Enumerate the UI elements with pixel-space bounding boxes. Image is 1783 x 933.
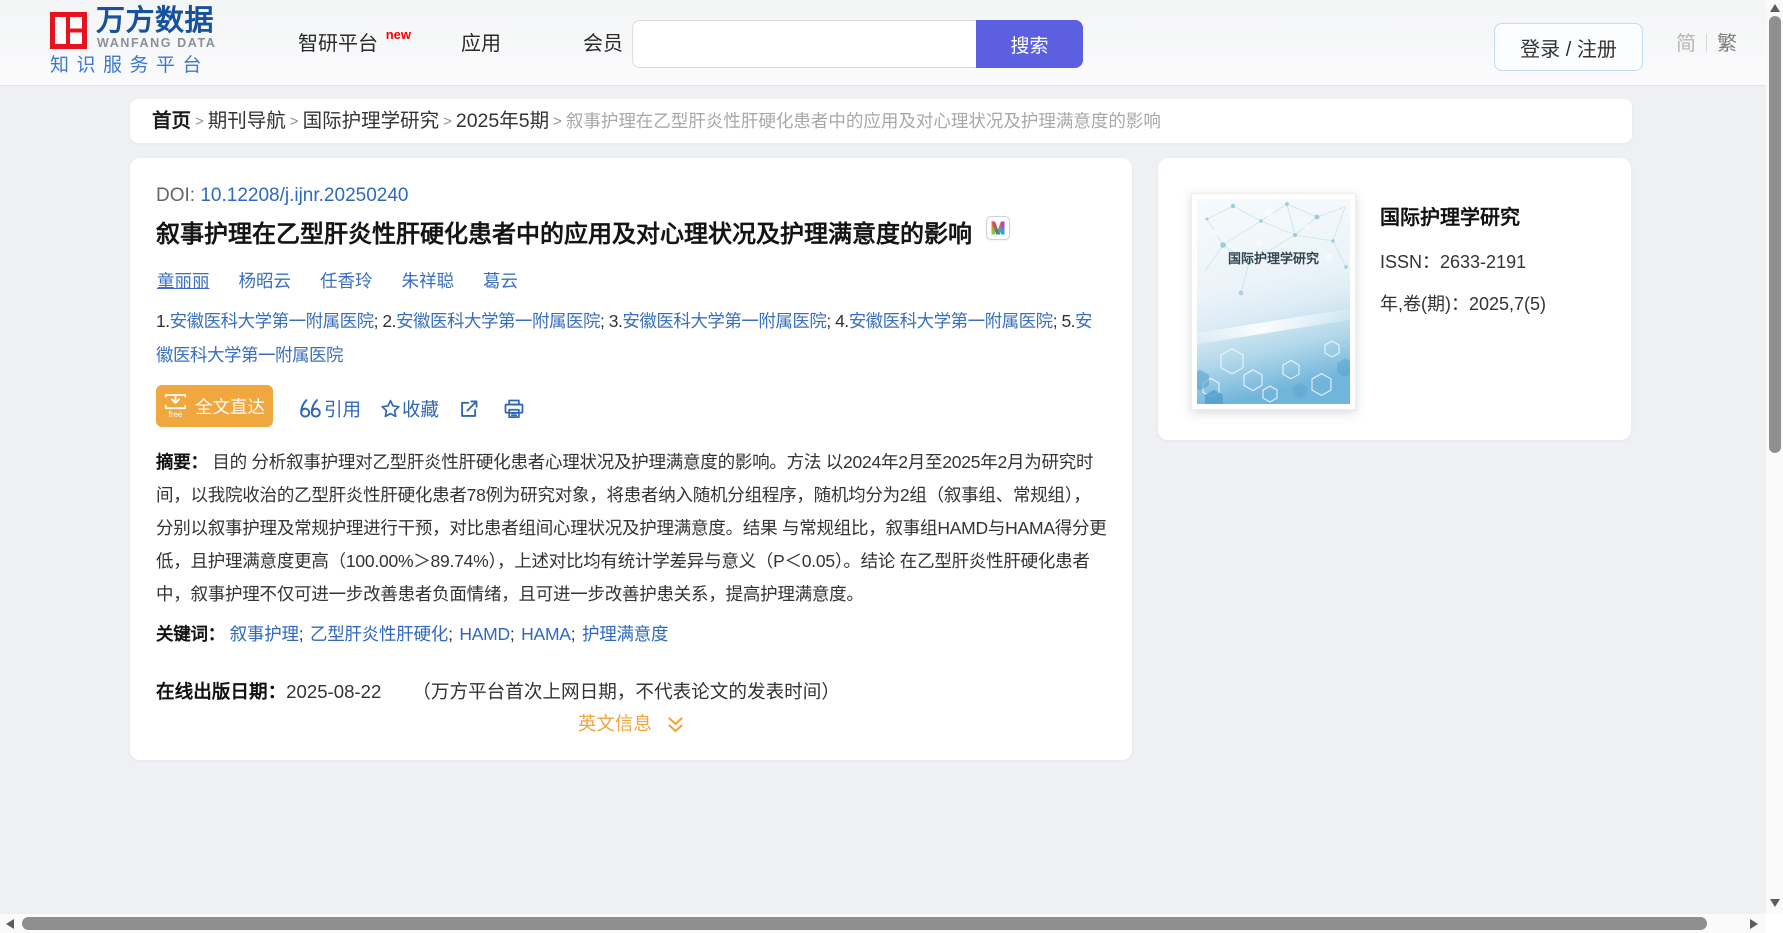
browser-viewport: 万方数据 WANFANG DATA 知识服务平台 智研平台 new 应用 会员 … (0, 0, 1783, 933)
printer-icon (504, 399, 524, 419)
search-button[interactable]: 搜索 (976, 20, 1083, 68)
affiliation-item: 3.安徽医科大学第一附属医院; (608, 311, 832, 331)
search-box: 搜索 (632, 20, 1083, 68)
search-input[interactable] (632, 20, 976, 68)
scroll-left-arrow-icon[interactable] (6, 918, 14, 929)
keyword-link[interactable]: HAMD (459, 624, 510, 644)
journal-cover[interactable]: 国际护理学研究 (1191, 193, 1356, 410)
journal-volume: 年,卷(期)：2025,7(5) (1380, 294, 1547, 314)
author-link[interactable]: 朱祥聪 (402, 271, 455, 291)
breadcrumb-separator: > (289, 113, 299, 130)
doi-label: DOI: (156, 185, 196, 206)
journal-issn: ISSN：2633-2191 (1380, 252, 1527, 272)
fulltext-button[interactable]: free 全文直达 (156, 385, 273, 427)
vertical-scrollbar[interactable] (1766, 0, 1783, 914)
keyword-link[interactable]: 护理满意度 (582, 624, 669, 644)
abstract: 摘要： 目的 分析叙事护理对乙型肝炎性肝硬化患者心理状况及护理满意度的影响。方法… (156, 446, 1107, 611)
affiliation-link[interactable]: 安徽医科大学第一附属医院 (849, 311, 1054, 331)
doi-link[interactable]: 10.12208/j.ijnr.20250240 (200, 185, 408, 206)
medline-m-icon (991, 221, 1005, 235)
breadcrumb-separator: > (553, 113, 562, 130)
affiliation-item: 2.安徽医科大学第一附属医院; (382, 311, 605, 331)
journal-cover-image: 国际护理学研究 (1197, 199, 1350, 404)
breadcrumb-journal-nav[interactable]: 期刊导航 (208, 110, 286, 132)
author-link[interactable]: 葛云 (483, 271, 518, 291)
horizontal-scrollbar-thumb[interactable] (22, 917, 1707, 930)
affiliation-item: 1.安徽医科大学第一附属医院; (156, 311, 379, 331)
journal-info: 国际护理学研究 ISSN：2633-2191 年,卷(期)：2025,7(5) (1380, 204, 1546, 318)
wanfang-logo-icon (50, 12, 87, 49)
keyword-item: 乙型肝炎性肝硬化; (309, 624, 453, 644)
double-chevron-down-icon (668, 717, 683, 733)
keyword-item: HAMA; (521, 624, 576, 644)
lang-traditional[interactable]: 繁 (1717, 33, 1737, 55)
print-action[interactable] (504, 385, 524, 427)
scroll-up-arrow-icon[interactable] (1769, 4, 1780, 12)
star-icon (381, 399, 400, 418)
author-link[interactable]: 童丽丽 (157, 271, 210, 291)
breadcrumb-home[interactable]: 首页 (152, 110, 191, 132)
article-actions: free 全文直达 引用 收藏 (156, 385, 524, 427)
published-note: （万方平台首次上网日期，不代表论文的发表时间） (412, 681, 840, 702)
published-row: 在线出版日期：2025-08-22 （万方平台首次上网日期，不代表论文的发表时间） (156, 675, 1107, 708)
keyword-link[interactable]: 乙型肝炎性肝硬化 (310, 624, 448, 644)
keywords-row: 关键词： 叙事护理; 乙型肝炎性肝硬化; HAMD; HAMA; 护理满意度; (156, 618, 1107, 651)
breadcrumb-separator: > (443, 113, 452, 130)
article-card: DOI: 10.12208/j.ijnr.20250240 叙事护理在乙型肝炎性… (130, 158, 1132, 760)
breadcrumb-current-article: 叙事护理在乙型肝炎性肝硬化患者中的应用及对心理状况及护理满意度的影响 (565, 111, 1161, 131)
breadcrumb-issue[interactable]: 2025年5期 (456, 110, 549, 132)
affiliation-item: 4.安徽医科大学第一附属医院; (835, 311, 1058, 331)
brand-tagline: 知识服务平台 (50, 55, 210, 76)
page-content: 万方数据 WANFANG DATA 知识服务平台 智研平台 new 应用 会员 … (0, 0, 1766, 914)
scroll-down-arrow-icon[interactable] (1769, 899, 1780, 907)
breadcrumb-separator: > (195, 113, 204, 130)
scrollbar-corner (1766, 914, 1783, 933)
language-switch: 简繁 (1676, 31, 1737, 57)
share-icon (461, 400, 478, 417)
favorite-action[interactable]: 收藏 (380, 385, 439, 427)
published-date: 2025-08-22 (286, 681, 382, 702)
doi-row: DOI: 10.12208/j.ijnr.20250240 (156, 182, 408, 210)
keyword-item: 护理满意度; (582, 624, 669, 644)
keyword-link[interactable]: 叙事护理 (230, 624, 299, 644)
affiliation-link[interactable]: 安徽医科大学第一附属医院 (622, 311, 827, 331)
site-header: 万方数据 WANFANG DATA 知识服务平台 智研平台 new 应用 会员 … (0, 0, 1766, 86)
vertical-scrollbar-thumb[interactable] (1768, 16, 1781, 453)
affiliation-link[interactable]: 安徽医科大学第一附属医院 (396, 311, 601, 331)
medline-badge: M (986, 216, 1010, 240)
article-title: 叙事护理在乙型肝炎性肝硬化患者中的应用及对心理状况及护理满意度的影响M (156, 216, 1010, 252)
author-link[interactable]: 任香玲 (320, 271, 373, 291)
lang-divider (1706, 34, 1707, 52)
breadcrumb: 首页 > 期刊导航 > 国际护理学研究 >2025年5期 > 叙事护理在乙型肝炎性肝硬化患者中… (130, 99, 1632, 143)
affiliations-row: 1.安徽医科大学第一附属医院; 2.安徽医科大学第一附属医院; 3.安徽医科大学… (156, 304, 1107, 372)
published-label: 在线出版日期： (156, 681, 287, 702)
cite-action[interactable]: 引用 (300, 385, 361, 427)
nav-item-apps[interactable]: 应用 (461, 30, 501, 58)
nav-item-member[interactable]: 会员 (583, 30, 623, 58)
journal-name[interactable]: 国际护理学研究 (1380, 204, 1546, 232)
author-link[interactable]: 杨昭云 (239, 271, 292, 291)
authors-row: 童丽丽 杨昭云 任香玲 朱祥聪 葛云 (157, 268, 547, 294)
journal-card: 国际护理学研究 国际护理学研究 ISSN：2633-2191 年,卷(期)：20… (1158, 158, 1631, 440)
scroll-right-arrow-icon[interactable] (1750, 918, 1758, 929)
keyword-item: HAMD; (459, 624, 515, 644)
horizontal-scrollbar[interactable] (0, 914, 1766, 933)
abstract-label: 摘要： (156, 452, 208, 472)
svg-text:国际护理学研究: 国际护理学研究 (1228, 251, 1319, 266)
nav-item-zhiyan-platform[interactable]: 智研平台 new (298, 27, 411, 58)
share-action[interactable] (459, 385, 479, 427)
keyword-item: 叙事护理; (229, 624, 304, 644)
affiliation-link[interactable]: 安徽医科大学第一附属医院 (170, 311, 375, 331)
login-register-button[interactable]: 登录 / 注册 (1494, 23, 1643, 71)
new-badge: new (385, 27, 411, 42)
download-tray-icon: free (164, 393, 187, 419)
english-info-toggle[interactable]: 英文信息 (130, 707, 1132, 740)
quote-icon (300, 399, 321, 418)
breadcrumb-journal[interactable]: 国际护理学研究 (303, 110, 440, 132)
keywords-label: 关键词： (156, 624, 226, 644)
abstract-text: 目的 分析叙事护理对乙型肝炎性肝硬化患者心理状况及护理满意度的影响。方法 以20… (156, 452, 1107, 604)
keyword-link[interactable]: HAMA (521, 624, 571, 644)
svg-text:free: free (169, 410, 183, 419)
lang-simplified[interactable]: 简 (1676, 33, 1696, 55)
